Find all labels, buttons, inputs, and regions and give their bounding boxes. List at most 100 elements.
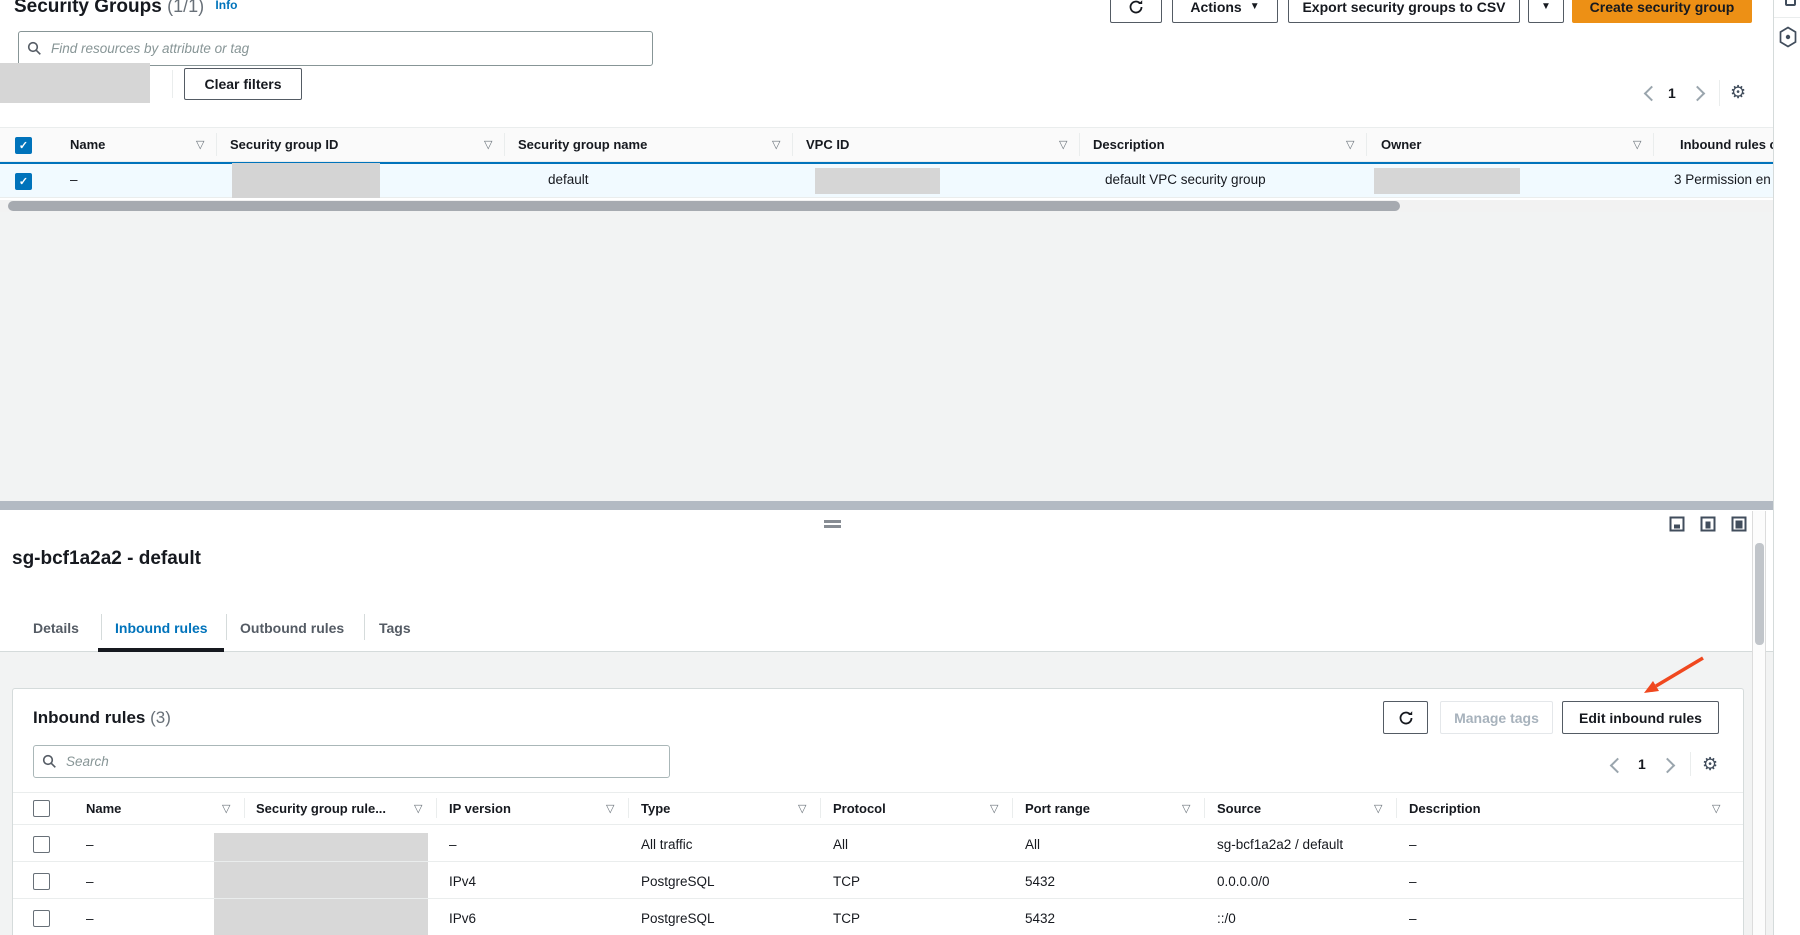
split-panel-divider[interactable] xyxy=(0,501,1773,510)
divider xyxy=(1012,798,1013,818)
filter-icon[interactable]: ▽ xyxy=(196,140,204,151)
amazon-q-icon[interactable] xyxy=(1778,26,1798,53)
cell-type: PostgreSQL xyxy=(641,874,715,889)
divider xyxy=(792,133,793,156)
filter-icon[interactable]: ▽ xyxy=(1059,140,1067,151)
select-all-checkbox[interactable]: ✓ xyxy=(15,137,32,154)
search-icon xyxy=(42,754,57,769)
rules-search[interactable] xyxy=(33,745,670,778)
cell-port-range: 5432 xyxy=(1025,874,1055,889)
page-number[interactable]: 1 xyxy=(1638,756,1646,772)
cell-sg-name: default xyxy=(548,172,589,187)
info-link[interactable]: Info xyxy=(215,0,237,12)
inbound-rules-heading: Inbound rules (3) xyxy=(33,708,171,728)
column-header-port-range[interactable]: Port range xyxy=(1025,801,1090,816)
cell-ip-version: – xyxy=(449,837,457,852)
filter-icon[interactable]: ▽ xyxy=(1346,140,1354,151)
redacted-value xyxy=(815,168,940,194)
panel-position-full-icon[interactable] xyxy=(1731,516,1747,537)
column-header-inbound-rules[interactable]: Inbound rules co xyxy=(1680,137,1773,152)
actions-button[interactable]: Actions ▼ xyxy=(1172,0,1278,23)
panel-position-side-icon[interactable] xyxy=(1700,516,1716,537)
tab-outbound-rules[interactable]: Outbound rules xyxy=(240,620,344,636)
filter-icon[interactable]: ▽ xyxy=(798,804,806,815)
table-row[interactable] xyxy=(13,899,1743,935)
find-resources-search[interactable] xyxy=(18,31,653,66)
row-checkbox[interactable]: ✓ xyxy=(15,173,32,190)
vertical-scrollbar[interactable] xyxy=(1752,511,1766,935)
divider xyxy=(1719,80,1720,106)
table-row[interactable] xyxy=(13,825,1743,862)
filter-icon[interactable]: ▽ xyxy=(222,804,230,815)
divider xyxy=(1204,798,1205,818)
export-options-button[interactable]: ▼ xyxy=(1528,0,1564,23)
right-side-toolbar xyxy=(1773,0,1800,935)
divider xyxy=(628,798,629,818)
filter-icon[interactable]: ▽ xyxy=(1374,804,1382,815)
edit-inbound-rules-button[interactable]: Edit inbound rules xyxy=(1562,701,1719,734)
panel-position-bottom-icon[interactable] xyxy=(1669,516,1685,537)
security-groups-screen: Security Groups (1/1) Info Actions ▼ Exp… xyxy=(0,0,1800,935)
row-checkbox[interactable] xyxy=(33,836,50,853)
divider xyxy=(504,133,505,156)
scrollbar-thumb[interactable] xyxy=(1755,543,1764,645)
column-header-ip-version[interactable]: IP version xyxy=(449,801,511,816)
column-header-name[interactable]: Name xyxy=(86,801,121,816)
table-settings-gear-icon[interactable]: ⚙ xyxy=(1702,755,1718,773)
column-header-sg-name[interactable]: Security group name xyxy=(518,137,647,152)
scrollbar-thumb[interactable] xyxy=(8,201,1400,211)
redacted-value xyxy=(232,163,380,198)
refresh-button[interactable] xyxy=(1110,0,1162,23)
next-page-icon[interactable] xyxy=(1690,86,1706,102)
filter-icon[interactable]: ▽ xyxy=(1633,140,1641,151)
cell-name: – xyxy=(86,911,94,926)
previous-page-icon[interactable] xyxy=(1644,86,1660,102)
column-header-sg-id[interactable]: Security group ID xyxy=(230,137,338,152)
filter-icon[interactable]: ▽ xyxy=(606,804,614,815)
row-checkbox[interactable] xyxy=(33,910,50,927)
divider xyxy=(1079,133,1080,156)
cell-ip-version: IPv6 xyxy=(449,911,476,926)
divider xyxy=(364,614,365,640)
divider xyxy=(216,133,217,156)
divider xyxy=(101,614,102,640)
cell-description: – xyxy=(1409,874,1417,889)
filter-icon[interactable]: ▽ xyxy=(1712,804,1720,815)
table-settings-gear-icon[interactable]: ⚙ xyxy=(1730,83,1746,101)
refresh-rules-button[interactable] xyxy=(1383,701,1428,734)
column-header-description[interactable]: Description xyxy=(1093,137,1165,152)
filter-icon[interactable]: ▽ xyxy=(1182,804,1190,815)
filter-icon[interactable]: ▽ xyxy=(772,140,780,151)
manage-tags-button[interactable]: Manage tags xyxy=(1440,701,1553,734)
export-csv-button[interactable]: Export security groups to CSV xyxy=(1288,0,1520,23)
clear-filters-button[interactable]: Clear filters xyxy=(184,68,302,100)
row-checkbox[interactable] xyxy=(33,873,50,890)
page-number[interactable]: 1 xyxy=(1668,85,1676,101)
rules-search-input[interactable] xyxy=(64,753,661,770)
column-header-description[interactable]: Description xyxy=(1409,801,1481,816)
split-panel-resize-handle[interactable] xyxy=(824,520,841,528)
column-header-source[interactable]: Source xyxy=(1217,801,1261,816)
partial-tool-icon[interactable] xyxy=(1785,0,1796,6)
select-all-checkbox[interactable] xyxy=(33,800,50,817)
column-header-owner[interactable]: Owner xyxy=(1381,137,1421,152)
find-resources-input[interactable] xyxy=(49,40,644,57)
tab-details[interactable]: Details xyxy=(33,620,79,636)
divider xyxy=(226,614,227,640)
table-row[interactable] xyxy=(13,862,1743,899)
tab-inbound-rules[interactable]: Inbound rules xyxy=(115,620,208,636)
column-header-protocol[interactable]: Protocol xyxy=(833,801,886,816)
horizontal-scrollbar[interactable] xyxy=(0,200,1773,212)
column-header-rule-id[interactable]: Security group rule... xyxy=(256,801,386,816)
cell-name: – xyxy=(70,172,78,187)
tab-tags[interactable]: Tags xyxy=(379,620,411,636)
cell-type: PostgreSQL xyxy=(641,911,715,926)
column-header-vpc-id[interactable]: VPC ID xyxy=(806,137,849,152)
cell-ip-version: IPv4 xyxy=(449,874,476,889)
filter-icon[interactable]: ▽ xyxy=(414,804,422,815)
filter-icon[interactable]: ▽ xyxy=(484,140,492,151)
create-security-group-button[interactable]: Create security group xyxy=(1572,0,1752,23)
column-header-type[interactable]: Type xyxy=(641,801,670,816)
column-header-name[interactable]: Name xyxy=(70,137,105,152)
filter-icon[interactable]: ▽ xyxy=(990,804,998,815)
